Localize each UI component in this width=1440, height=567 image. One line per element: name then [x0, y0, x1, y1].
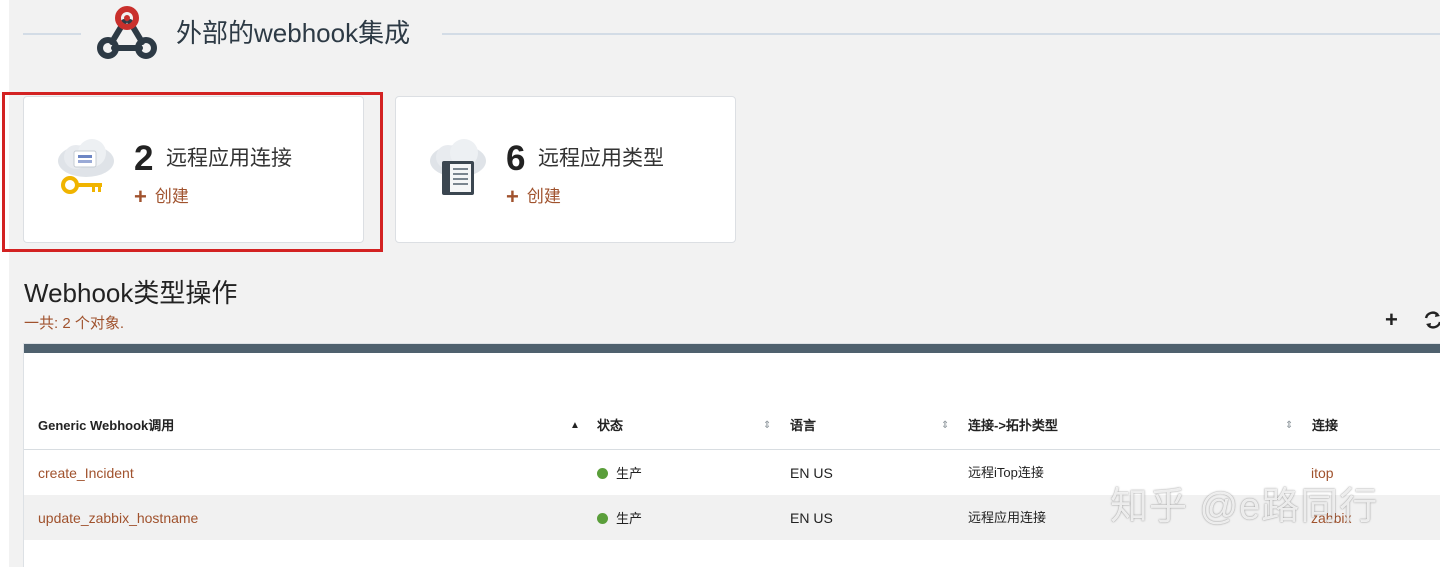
- status-cell: 生产: [597, 509, 642, 528]
- sort-asc-icon[interactable]: ▲: [570, 419, 580, 433]
- column-header-name[interactable]: Generic Webhook调用: [38, 417, 174, 435]
- sort-icon[interactable]: ⇕: [941, 419, 949, 433]
- status-text: 生产: [616, 466, 643, 481]
- create-label: 创建: [526, 187, 561, 206]
- connection-link[interactable]: itop: [1311, 464, 1334, 482]
- cloud-key-icon: [58, 139, 114, 194]
- cloud-server-icon: [430, 139, 486, 195]
- card-label: 远程应用类型: [538, 147, 664, 170]
- sort-icon[interactable]: ⇕: [1285, 419, 1293, 433]
- language-cell: EN US: [790, 465, 833, 481]
- status-ok-icon: [597, 468, 608, 479]
- type-cell: 远程iTop连接: [968, 465, 1044, 480]
- column-header-connection[interactable]: 连接: [1312, 417, 1338, 435]
- create-connection-button[interactable]: + 创建: [134, 186, 189, 208]
- card-count: 6: [506, 139, 526, 178]
- column-header-status[interactable]: 状态: [597, 417, 623, 435]
- card-count: 2: [134, 139, 154, 178]
- left-edge: [0, 0, 9, 567]
- row-name-link[interactable]: create_Incident: [38, 464, 134, 482]
- card-remote-app-connections[interactable]: 2 远程应用连接 + 创建: [23, 96, 364, 243]
- watermark: 知乎 @e路同行: [1110, 486, 1379, 528]
- row-name-link[interactable]: update_zabbix_hostname: [38, 509, 198, 527]
- status-ok-icon: [597, 513, 608, 524]
- create-label: 创建: [154, 187, 189, 206]
- column-header-language[interactable]: 语言: [790, 417, 816, 435]
- table-top-bar: [24, 344, 1440, 353]
- sort-icon[interactable]: ⇕: [763, 419, 771, 433]
- create-type-button[interactable]: + 创建: [506, 186, 561, 208]
- webhook-logo-icon: [97, 6, 157, 59]
- refresh-icon[interactable]: [1423, 309, 1440, 331]
- language-cell: EN US: [790, 510, 833, 526]
- section-title: Webhook类型操作: [24, 278, 238, 308]
- card-remote-app-types[interactable]: 6 远程应用类型 + 创建: [395, 96, 736, 243]
- header-rule-left: [23, 33, 81, 35]
- plus-icon: +: [506, 184, 519, 209]
- status-cell: 生产: [597, 464, 642, 483]
- column-header-type[interactable]: 连接->拓扑类型: [968, 417, 1058, 435]
- add-button[interactable]: +: [1385, 309, 1398, 331]
- type-cell: 远程应用连接: [968, 510, 1047, 525]
- plus-icon: +: [134, 184, 147, 209]
- object-count: 一共: 2 个对象.: [24, 315, 125, 332]
- card-label: 远程应用连接: [166, 147, 292, 170]
- page-title: 外部的webhook集成: [176, 18, 411, 48]
- status-text: 生产: [616, 511, 643, 526]
- header-rule-right: [442, 33, 1440, 35]
